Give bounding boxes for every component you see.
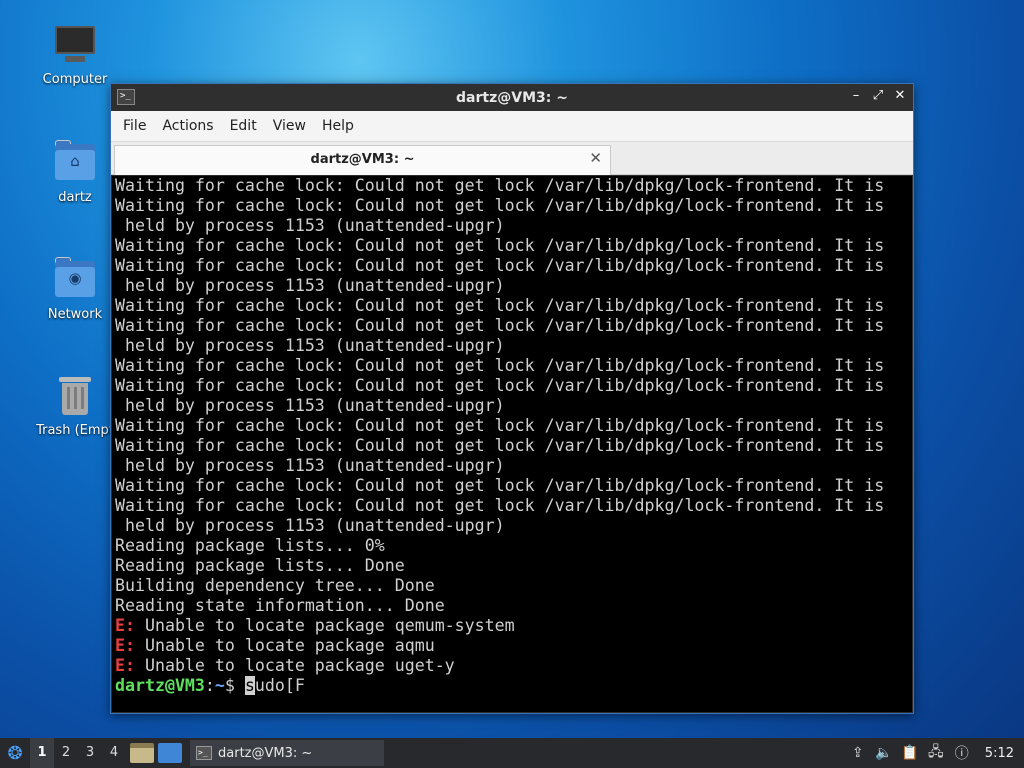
- terminal-line: Waiting for cache lock: Could not get lo…: [115, 376, 885, 395]
- terminal-error-line: E: Unable to locate package uget-y: [115, 656, 455, 675]
- terminal-cursor: s: [244, 676, 255, 695]
- update-notifier-icon[interactable]: ⇪: [847, 745, 869, 761]
- network-icon[interactable]: 🖧: [925, 741, 947, 765]
- workspace-1[interactable]: 1: [30, 738, 54, 768]
- terminal-output[interactable]: Waiting for cache lock: Could not get lo…: [112, 176, 912, 712]
- tab-terminal[interactable]: dartz@VM3: ~ ✕: [114, 145, 611, 175]
- menu-edit[interactable]: Edit: [222, 118, 265, 134]
- terminal-window: >_ dartz@VM3: ~ – ⤢ ✕ File Actions Edit …: [110, 83, 914, 714]
- desktop-icon-home[interactable]: ⌂ dartz: [27, 140, 123, 205]
- taskbar-task-terminal[interactable]: >_ dartz@VM3: ~: [190, 740, 384, 766]
- desktop-icon-computer[interactable]: Computer: [27, 22, 123, 87]
- desktop-icon-label: Trash (Empt: [36, 423, 114, 438]
- volume-icon[interactable]: 🔈: [873, 745, 895, 761]
- terminal-line: Building dependency tree... Done: [115, 576, 435, 595]
- workspace-4[interactable]: 4: [102, 738, 126, 768]
- terminal-app-icon[interactable]: >_: [117, 89, 135, 105]
- terminal-line: Waiting for cache lock: Could not get lo…: [115, 316, 885, 335]
- terminal-task-icon: >_: [196, 746, 212, 760]
- workspace-3[interactable]: 3: [78, 738, 102, 768]
- network-folder-icon: ◉: [53, 257, 97, 301]
- computer-icon: [53, 22, 97, 66]
- tab-bar: dartz@VM3: ~ ✕: [111, 142, 913, 175]
- menu-help[interactable]: Help: [314, 118, 362, 134]
- terminal-line: Waiting for cache lock: Could not get lo…: [115, 256, 885, 275]
- terminal-line: held by process 1153 (unattended-upgr): [115, 216, 505, 235]
- terminal-line: held by process 1153 (unattended-upgr): [115, 336, 505, 355]
- terminal-line: Waiting for cache lock: Could not get lo…: [115, 416, 885, 435]
- taskbar: ❂ 1 2 3 4 >_ dartz@VM3: ~ ⇪ 🔈 📋 🖧 ⓘ 5:12: [0, 738, 1024, 768]
- terminal-line: Waiting for cache lock: Could not get lo…: [115, 356, 885, 375]
- minimize-icon[interactable]: –: [849, 88, 863, 103]
- terminal-line: Waiting for cache lock: Could not get lo…: [115, 236, 885, 255]
- terminal-line: Waiting for cache lock: Could not get lo…: [115, 496, 885, 515]
- terminal-line: Waiting for cache lock: Could not get lo…: [115, 196, 885, 215]
- system-tray: ⇪ 🔈 📋 🖧 ⓘ 5:12: [847, 738, 1024, 768]
- terminal-line: Reading package lists... 0%: [115, 536, 385, 555]
- window-titlebar[interactable]: >_ dartz@VM3: ~ – ⤢ ✕: [111, 84, 913, 111]
- terminal-error-line: E: Unable to locate package qemum-system: [115, 616, 515, 635]
- prompt-path: ~: [214, 676, 225, 695]
- terminal-line: Waiting for cache lock: Could not get lo…: [115, 176, 885, 195]
- trash-icon: [53, 373, 97, 417]
- desktop-icon-label: dartz: [58, 190, 92, 205]
- window-title: dartz@VM3: ~: [456, 89, 568, 106]
- close-icon[interactable]: ✕: [893, 88, 907, 103]
- terminal-line: Waiting for cache lock: Could not get lo…: [115, 476, 885, 495]
- terminal-line: Reading package lists... Done: [115, 556, 405, 575]
- show-desktop-icon[interactable]: [158, 743, 182, 763]
- desktop-icon-label: Computer: [42, 72, 108, 87]
- terminal-prompt-line[interactable]: dartz@VM3:~$ sudo[F: [115, 676, 909, 696]
- terminal-line: Waiting for cache lock: Could not get lo…: [115, 436, 885, 455]
- menubar: File Actions Edit View Help: [111, 111, 913, 142]
- terminal-line: held by process 1153 (unattended-upgr): [115, 516, 505, 535]
- terminal-line: Reading state information... Done: [115, 596, 445, 615]
- terminal-input[interactable]: udo[F: [255, 676, 305, 695]
- notification-icon[interactable]: ⓘ: [951, 743, 973, 763]
- desktop-icon-trash[interactable]: Trash (Empt: [27, 373, 123, 438]
- clipboard-icon[interactable]: 📋: [899, 745, 921, 761]
- file-manager-launcher-icon[interactable]: [130, 743, 154, 763]
- terminal-line: Waiting for cache lock: Could not get lo…: [115, 296, 885, 315]
- menu-view[interactable]: View: [265, 118, 314, 134]
- workspace-2[interactable]: 2: [54, 738, 78, 768]
- terminal-line: held by process 1153 (unattended-upgr): [115, 396, 505, 415]
- terminal-line: held by process 1153 (unattended-upgr): [115, 276, 505, 295]
- tab-title: dartz@VM3: ~: [310, 152, 415, 167]
- maximize-icon[interactable]: ⤢: [871, 88, 885, 103]
- start-menu-icon[interactable]: ❂: [0, 738, 30, 768]
- prompt-user: dartz@VM3: [115, 676, 205, 695]
- desktop-icon-label: Network: [47, 307, 103, 322]
- terminal-error-line: E: Unable to locate package aqmu: [115, 636, 435, 655]
- home-folder-icon: ⌂: [53, 140, 97, 184]
- menu-file[interactable]: File: [115, 118, 154, 134]
- clock[interactable]: 5:12: [985, 746, 1014, 761]
- terminal-line: held by process 1153 (unattended-upgr): [115, 456, 505, 475]
- menu-actions[interactable]: Actions: [154, 118, 221, 134]
- taskbar-task-label: dartz@VM3: ~: [218, 745, 313, 761]
- tab-close-icon[interactable]: ✕: [589, 149, 602, 167]
- desktop-icon-network[interactable]: ◉ Network: [27, 257, 123, 322]
